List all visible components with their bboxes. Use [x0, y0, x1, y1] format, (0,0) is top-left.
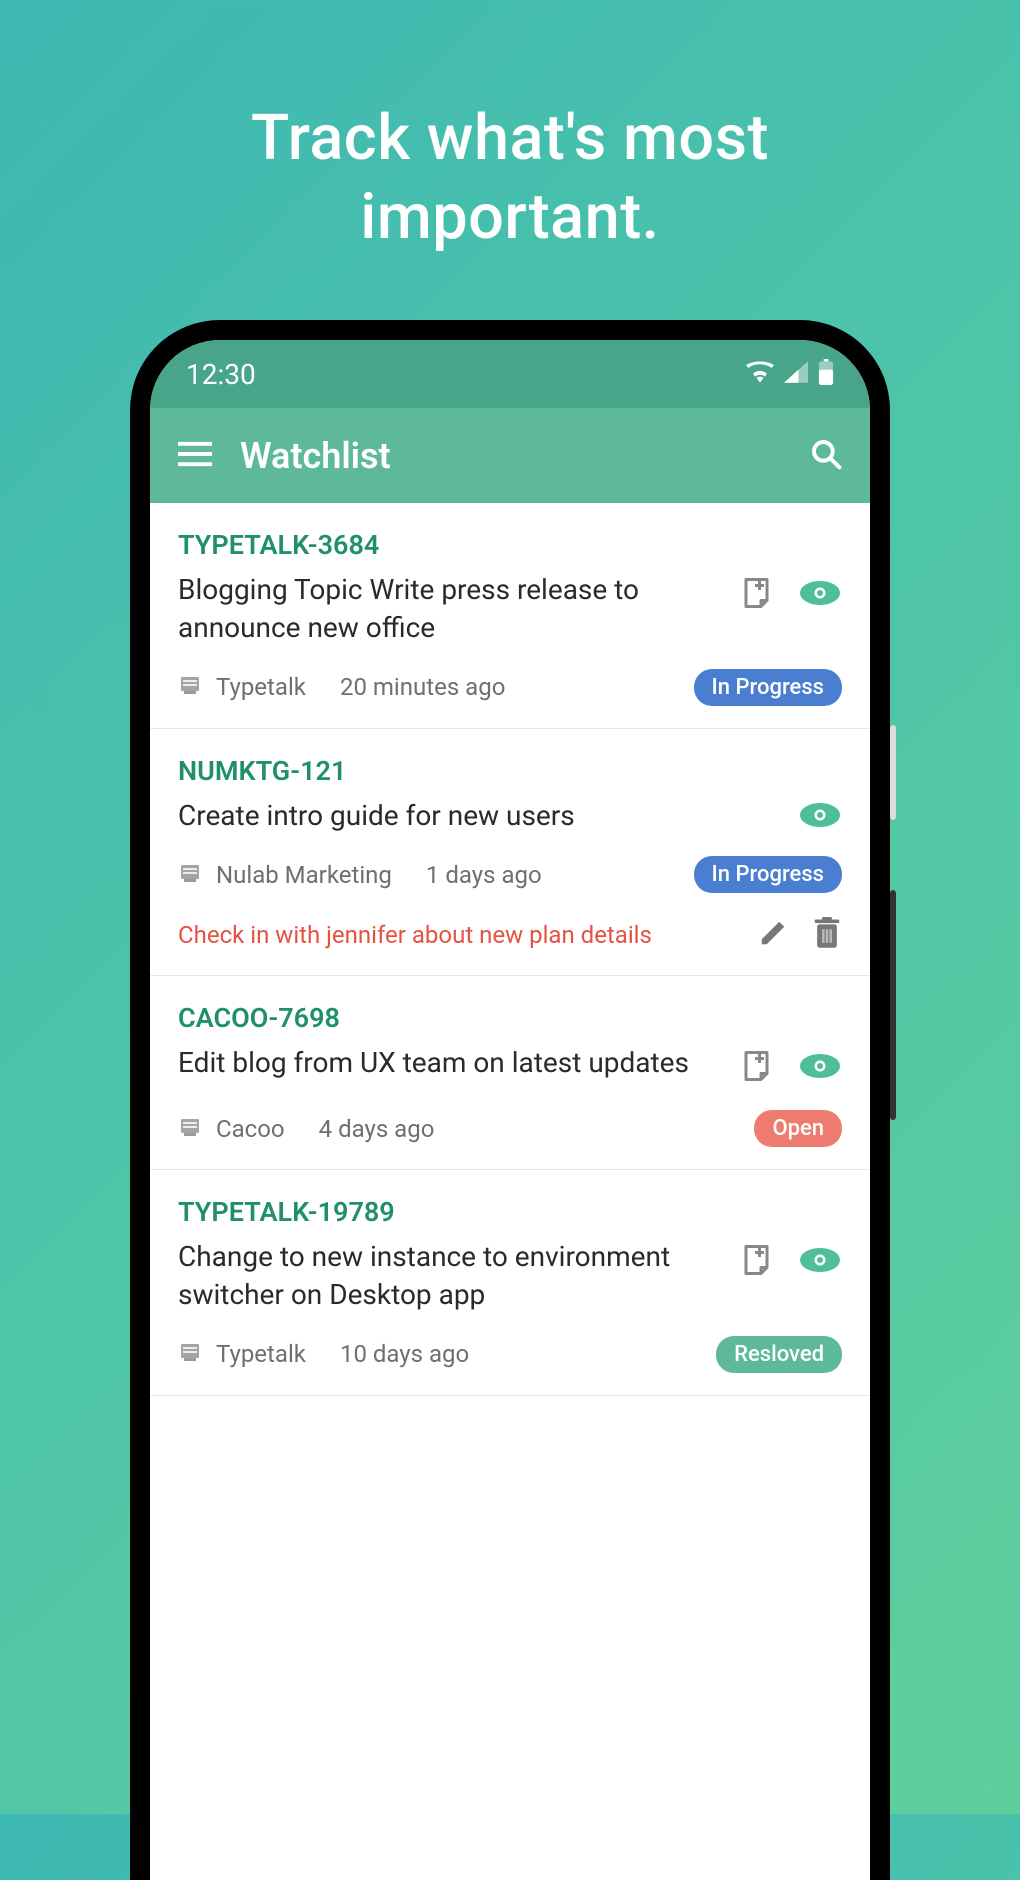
list-item[interactable]: NUMKTG-121 Create intro guide for new use… [150, 729, 870, 977]
app-bar: Watchlist [150, 408, 870, 503]
trash-icon[interactable] [812, 917, 842, 953]
timestamp: 4 days ago [319, 1115, 741, 1143]
issue-title: Change to new instance to environment sw… [178, 1238, 722, 1314]
issue-title: Edit blog from UX team on latest updates [178, 1044, 722, 1082]
hero-headline: Track what's mostimportant. [0, 0, 1020, 258]
status-time: 12:30 [186, 358, 256, 391]
watchlist[interactable]: TYPETALK-3684 Blogging Topic Write press … [150, 503, 870, 1396]
watch-icon[interactable] [798, 579, 842, 611]
issue-key[interactable]: NUMKTG-121 [178, 755, 842, 787]
status-bar: 12:30 [150, 340, 870, 408]
edit-icon[interactable] [758, 918, 788, 952]
project-name: Typetalk [216, 673, 306, 701]
project-name: Nulab Marketing [216, 861, 392, 889]
status-icons [746, 359, 834, 389]
issue-title: Blogging Topic Write press release to an… [178, 571, 722, 647]
timestamp: 1 days ago [426, 861, 680, 889]
wifi-icon [746, 361, 774, 387]
menu-icon[interactable] [178, 441, 212, 471]
timestamp: 10 days ago [340, 1340, 702, 1368]
app-bar-title: Watchlist [240, 435, 810, 477]
status-badge: In Progress [694, 856, 842, 893]
issue-key[interactable]: CACOO-7698 [178, 1002, 842, 1034]
add-note-icon[interactable] [740, 1048, 776, 1088]
project-icon [178, 1115, 202, 1143]
project-icon [178, 861, 202, 889]
watch-icon[interactable] [798, 801, 842, 833]
phone-volume-button [890, 890, 896, 1120]
battery-icon [818, 359, 834, 389]
phone-power-button [890, 725, 896, 820]
status-badge: Open [754, 1110, 842, 1147]
timestamp: 20 minutes ago [340, 673, 680, 701]
add-note-icon[interactable] [740, 575, 776, 615]
project-name: Typetalk [216, 1340, 306, 1368]
issue-title: Create intro guide for new users [178, 797, 780, 835]
project-icon [178, 673, 202, 701]
item-note: Check in with jennifer about new plan de… [178, 921, 734, 949]
list-item[interactable]: TYPETALK-3684 Blogging Topic Write press … [150, 503, 870, 729]
status-badge: In Progress [694, 669, 842, 706]
watch-icon[interactable] [798, 1246, 842, 1278]
add-note-icon[interactable] [740, 1242, 776, 1282]
project-name: Cacoo [216, 1115, 285, 1143]
project-icon [178, 1340, 202, 1368]
search-icon[interactable] [810, 438, 842, 474]
phone-frame: 12:30 Watchlist [130, 320, 890, 1880]
status-badge: Resloved [716, 1336, 842, 1373]
issue-key[interactable]: TYPETALK-19789 [178, 1196, 842, 1228]
signal-icon [784, 361, 808, 387]
list-item[interactable]: TYPETALK-19789 Change to new instance to … [150, 1170, 870, 1396]
phone-screen: 12:30 Watchlist [150, 340, 870, 1880]
list-item[interactable]: CACOO-7698 Edit blog from UX team on late… [150, 976, 870, 1170]
watch-icon[interactable] [798, 1052, 842, 1084]
issue-key[interactable]: TYPETALK-3684 [178, 529, 842, 561]
